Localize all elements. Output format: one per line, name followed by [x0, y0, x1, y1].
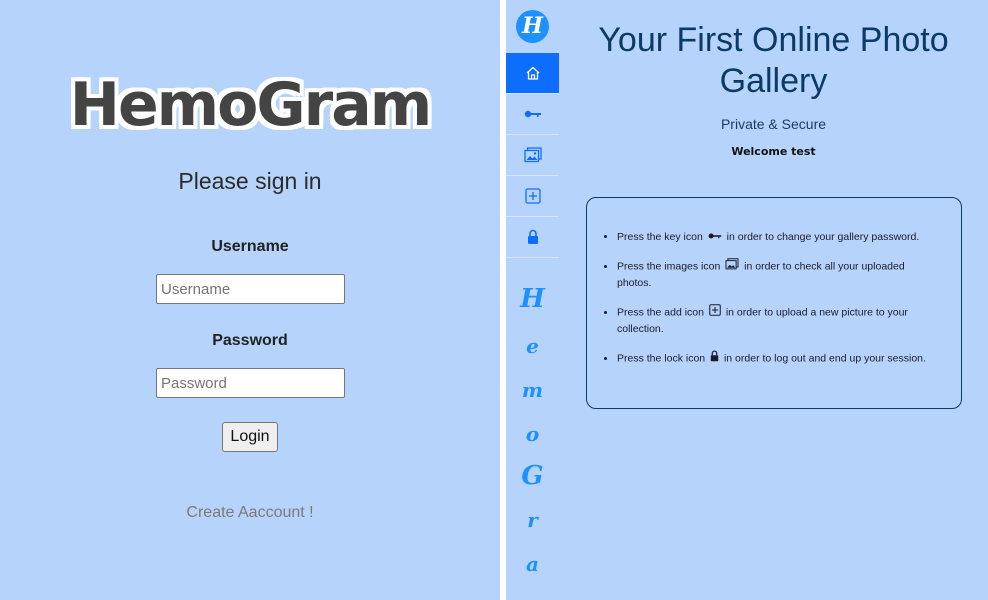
lock-icon	[527, 229, 539, 245]
login-button[interactable]: Login	[222, 422, 278, 452]
brand-letter: H	[520, 284, 545, 314]
list-item: Press the add icon in order to upload a …	[617, 304, 937, 337]
list-item: Press the images icon in order to check …	[617, 258, 937, 291]
list-item: Press the key icon in order to change yo…	[617, 229, 937, 245]
instruction-text: Press the key icon	[617, 231, 703, 243]
hemogram-logo: HemoGram	[69, 70, 433, 140]
instruction-text: Press the add icon	[617, 306, 704, 319]
brand-letter: m	[521, 378, 544, 402]
nav-add[interactable]	[506, 176, 559, 217]
list-item: Press the lock icon in order to log out …	[617, 350, 937, 367]
brand-letter: o	[525, 422, 540, 446]
brand-letter: e	[526, 334, 539, 358]
login-panel: HemoGram Please sign in Username Passwor…	[0, 0, 500, 600]
welcome-message: Welcome test	[731, 145, 816, 158]
instructions-box: Press the key icon in order to change yo…	[586, 197, 962, 409]
password-label: Password	[212, 332, 288, 349]
house-icon	[525, 65, 541, 81]
instructions-list: Press the key icon in order to change yo…	[617, 229, 937, 380]
plus-square-icon	[709, 304, 721, 321]
instruction-text: in order to log out and end up your sess…	[723, 352, 926, 365]
nav-logout[interactable]	[506, 217, 559, 258]
instruction-text: in order to change your gallery password…	[726, 231, 920, 243]
instruction-text: Press the images icon	[617, 260, 721, 273]
password-input[interactable]	[156, 368, 345, 398]
nav-images[interactable]	[506, 135, 559, 176]
lock-icon	[710, 350, 719, 367]
signin-title: Please sign in	[178, 168, 322, 194]
page-title: Your First Online Photo Gallery	[598, 21, 949, 100]
key-icon	[524, 109, 542, 119]
sidebar: H H e m o G r a	[506, 0, 559, 600]
nav-home[interactable]	[506, 53, 559, 94]
key-icon	[708, 229, 722, 245]
username-label: Username	[211, 238, 289, 255]
username-input[interactable]	[156, 274, 345, 304]
brand-logo[interactable]: H	[516, 10, 549, 43]
brand-letter: a	[526, 552, 539, 576]
brand-letter: G	[521, 461, 544, 491]
plus-square-icon	[524, 188, 541, 204]
instruction-text: Press the lock icon	[617, 352, 706, 365]
create-account-link[interactable]: Create Aaccount !	[0, 504, 500, 522]
nav-change-password[interactable]	[506, 94, 559, 135]
page-subtitle: Private & Secure	[720, 116, 827, 132]
gallery-panel: H H e m o G r a Your First Online Photo …	[506, 0, 988, 600]
images-icon	[523, 147, 542, 163]
images-icon	[725, 258, 739, 275]
brand-letter: r	[527, 508, 538, 532]
